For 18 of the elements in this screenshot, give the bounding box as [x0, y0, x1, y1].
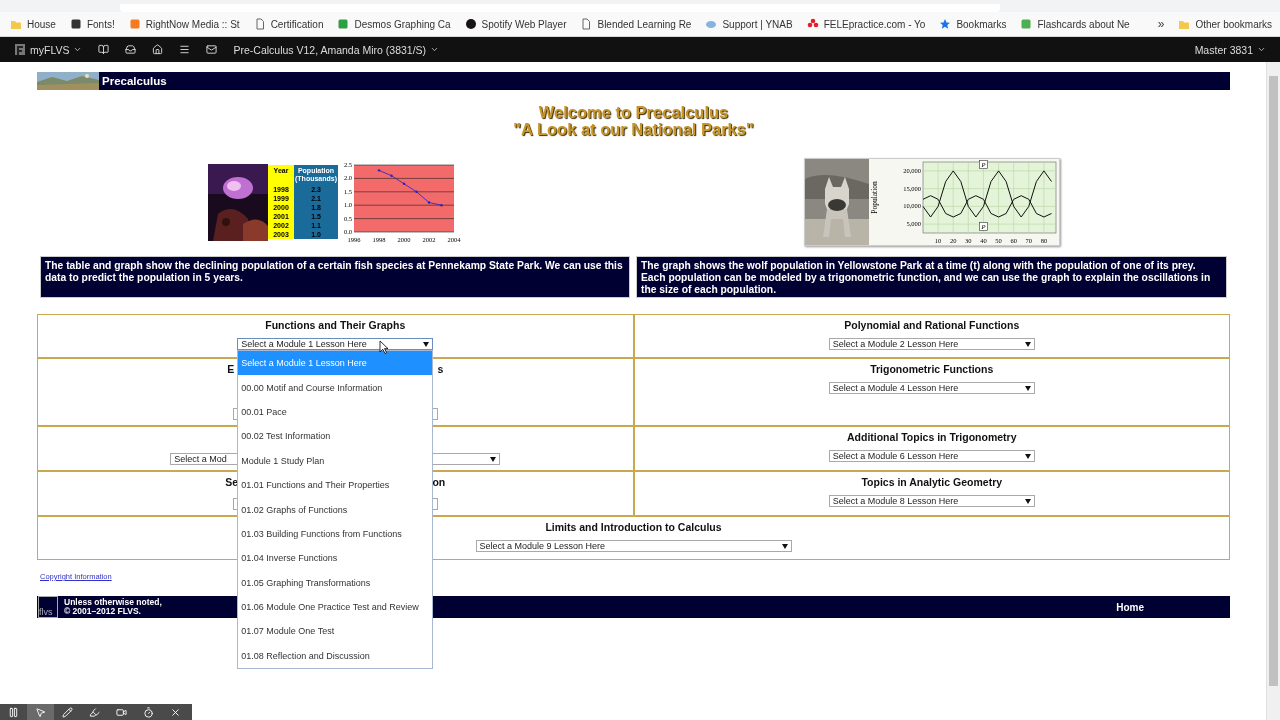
module-heading: Limits and Introduction to Calculus — [545, 521, 722, 533]
description-text: The table and graph show the declining population of a certain fish species at Pennekamp State Park. We can use this data to predict the population in 5 years. — [40, 256, 630, 298]
welcome-title: "A Look at our National Parks" — [513, 121, 754, 138]
module-heading: E — [227, 363, 235, 375]
module-heading: Additional Topics in Trigonometry — [846, 431, 1017, 443]
flvs-logo: flvs — [38, 596, 58, 618]
welcome-title: Welcome to Precalculus — [538, 104, 729, 121]
module-heading: s — [437, 363, 444, 375]
module-heading: on — [432, 476, 446, 488]
module-heading: Topics in Analytic Geometry — [861, 476, 1003, 488]
description-text: The graph shows the wolf population in Yellowstone Park at a time (t) along with the population of one of its prey. Each population can be modeled by a trigonometric function, and we can use the graph to explain the oscillations in the size of each population. — [636, 256, 1227, 298]
course-title: Precalculus — [102, 75, 167, 87]
module-heading: Se — [225, 476, 239, 488]
module-heading: Trigonometric Functions — [870, 363, 994, 375]
module-heading: Polynomial and Rational Functions — [844, 319, 1020, 331]
copyright-notice: © 2001–2012 FLVS. — [64, 607, 141, 616]
copyright-notice: Unless otherwise noted, — [64, 598, 162, 607]
module-heading: Functions and Their Graphs — [265, 319, 406, 331]
